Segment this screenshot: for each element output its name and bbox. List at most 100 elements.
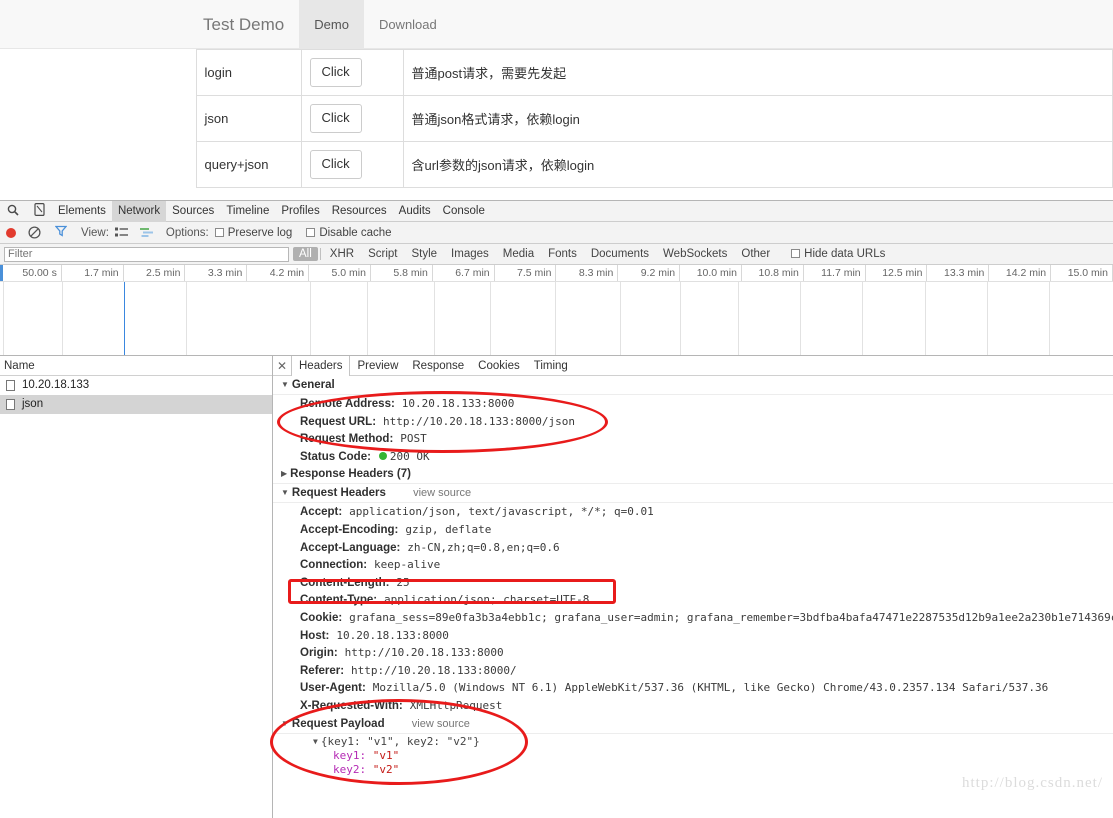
timeline-tick: 3.3 min [186,265,248,281]
navbar-link-demo[interactable]: Demo [299,0,364,49]
filter-input[interactable] [4,246,289,262]
panel-tab-audits[interactable]: Audits [393,201,437,222]
detail-tab-timing[interactable]: Timing [527,356,575,376]
table-row: query+json Click 含url参数的json请求，依赖login [8,140,1113,188]
header-user-agent: User-Agent: Mozilla/5.0 (Windows NT 6.1)… [273,679,1113,697]
panel-tab-elements[interactable]: Elements [52,201,112,222]
filter-type-websockets[interactable]: WebSockets [656,248,734,260]
timeline-tick: 7.5 min [495,265,557,281]
header-value: grafana_sess=89e0fa3b3a4ebb1c; grafana_u… [349,610,1113,624]
detail-tab-response[interactable]: Response [405,356,471,376]
filter-type-style[interactable]: Style [404,248,444,260]
clear-icon[interactable] [28,226,41,239]
row-action-login: Click [301,49,404,96]
timeline-band[interactable] [0,282,1113,355]
filter-type-fonts[interactable]: Fonts [541,248,584,260]
request-headers-title[interactable]: ▼ Request Headers view source [273,484,1113,504]
panel-tab-profiles[interactable]: Profiles [275,201,325,222]
view-source-link[interactable]: view source [412,718,470,730]
request-detail-panel: ✕ Headers Preview Response Cookies Timin… [273,356,1113,818]
network-filter-bar: All XHR Script Style Images Media Fonts … [0,244,1113,265]
timeline-gridline [620,282,621,355]
device-mode-icon[interactable] [26,203,52,219]
record-icon[interactable] [6,227,16,238]
detail-tab-cookies[interactable]: Cookies [471,356,527,376]
timeline-tick: 1.7 min [62,265,124,281]
row-action-query-json: Click [301,140,404,188]
timeline-gridline [555,282,556,355]
navbar-brand[interactable]: Test Demo [188,0,299,49]
search-icon[interactable] [0,204,26,219]
close-icon[interactable]: ✕ [273,359,291,373]
filter-type-images[interactable]: Images [444,248,496,260]
hide-data-urls-checkbox[interactable] [791,249,801,258]
timeline-tick: 8.3 min [557,265,619,281]
list-item[interactable]: json [0,395,272,414]
timeline-tick: 6.7 min [433,265,495,281]
filter-type-other[interactable]: Other [734,248,777,260]
disable-cache-option[interactable]: Disable cache [306,227,392,239]
header-key: Accept: [300,506,343,519]
filter-type-media[interactable]: Media [496,248,541,260]
detail-tab-preview[interactable]: Preview [350,356,405,376]
hide-data-urls-option[interactable]: Hide data URLs [777,248,892,260]
header-connection: Connection: keep-alive [273,556,1113,574]
network-overview-timeline[interactable]: 50.00 s 1.7 min 2.5 min 3.3 min 4.2 min 5.0 m… [0,265,1113,356]
timeline-tick: 5.8 min [371,265,433,281]
preserve-log-option[interactable]: Preserve log [214,227,292,239]
row-name-json: json [196,94,302,142]
header-key: Connection: [300,559,368,572]
panel-tab-console[interactable]: Console [437,201,491,222]
timeline-tick: 13.3 min [928,265,990,281]
header-content-length: Content-Length: 25 [273,574,1113,592]
timeline-tick: 5.0 min [309,265,371,281]
header-x-requested-with: X-Requested-With: XMLHttpRequest [273,697,1113,715]
request-list-header[interactable]: Name [0,356,272,376]
detail-tab-headers[interactable]: Headers [291,356,351,376]
click-button-query-json[interactable]: Click [309,149,362,179]
timeline-tick: 12.5 min [866,265,928,281]
filter-type-script[interactable]: Script [361,248,404,260]
header-key: Referer: [300,664,345,677]
general-section-title[interactable]: ▼ General [273,376,1113,395]
header-origin: Origin: http://10.20.18.133:8000 [273,644,1113,662]
list-item[interactable]: 10.20.18.133 [0,376,272,395]
request-url-value[interactable]: http://10.20.18.133:8000/json [383,415,575,428]
status-dot-icon [378,451,387,460]
view-timeline-icon[interactable] [139,227,154,238]
preserve-log-checkbox[interactable] [214,227,224,237]
panel-tab-sources[interactable]: Sources [166,201,220,222]
payload-summary[interactable]: ▼ {key1: "v1", key2: "v2"} [273,734,1113,749]
header-value: keep-alive [374,558,441,572]
header-value: Mozilla/5.0 (Windows NT 6.1) AppleWebKit… [372,681,1049,695]
navbar-link-download[interactable]: Download [364,0,452,49]
general-request-url: Request URL: http://10.20.18.133:8000/js… [273,413,1113,431]
click-button-login[interactable]: Click [309,58,362,87]
panel-tab-network[interactable]: Network [111,200,167,222]
request-headers-section: ▼ Request Headers view source Accept: app… [273,484,1113,714]
disable-cache-checkbox[interactable] [306,227,316,237]
network-body: Name 10.20.18.133 json ✕ Headers Preview… [0,356,1113,818]
click-button-json[interactable]: Click [309,103,362,133]
row-name-login: login [196,49,302,96]
panel-tab-timeline[interactable]: Timeline [220,201,275,222]
header-key: Content-Type: [300,594,378,607]
timeline-gridline [434,282,435,355]
filter-type-documents[interactable]: Documents [584,248,656,260]
hide-data-urls-label: Hide data URLs [804,248,886,260]
response-headers-title[interactable]: ▶ Response Headers (7) [273,465,1113,485]
request-payload-title[interactable]: ▼ Request Payload view source [273,715,1113,734]
timeline-tick: 10.0 min [680,265,742,281]
filter-icon[interactable] [54,225,68,240]
header-value: http://10.20.18.133:8000 [344,646,504,660]
general-section: ▼ General Remote Address: 10.20.18.133:80… [273,376,1113,465]
panel-tab-resources[interactable]: Resources [326,201,393,222]
request-method-value: POST [400,432,427,446]
chevron-down-icon: ▼ [313,736,318,746]
timeline-gridline [3,282,4,355]
filter-type-xhr[interactable]: XHR [323,248,361,260]
page-navbar: Test Demo Demo Download [0,0,1113,49]
view-list-icon[interactable] [114,227,128,238]
view-source-link[interactable]: view source [413,487,471,499]
filter-type-all[interactable]: All [293,247,318,261]
